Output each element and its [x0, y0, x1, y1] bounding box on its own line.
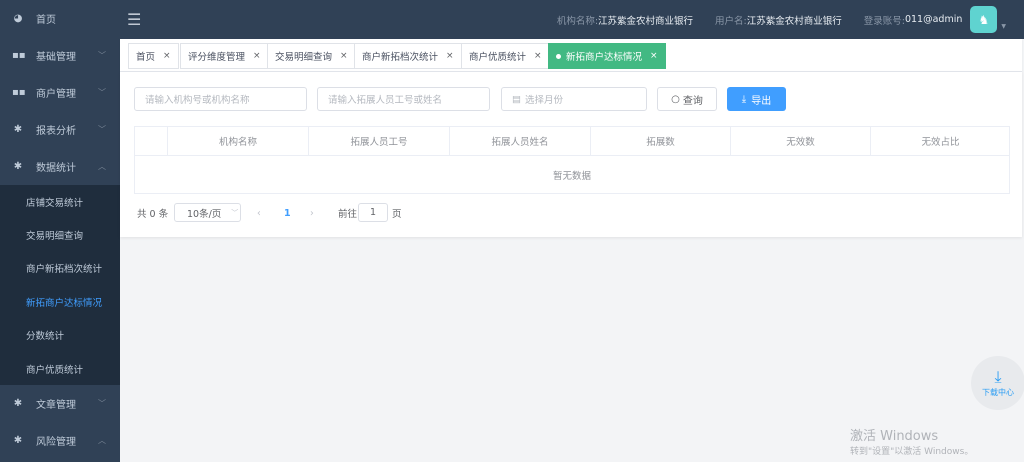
chevron-down-icon: ﹀: [98, 399, 106, 409]
table-header-checkbox: [135, 127, 168, 156]
org-name: 江苏紫金农村商业银行: [598, 15, 694, 27]
next-page-button[interactable]: ›: [310, 204, 314, 222]
prev-page-button[interactable]: ‹: [257, 204, 261, 222]
chevron-down-icon: ﹀: [98, 51, 106, 60]
sidebar: ◕ 首页 ▪▪ 基础管理 ﹀ ▪▪ 商户管理 ﹀ ✱ 报表分析 ﹀ ✱ 数据统计 ︿ 店铺交易统计…: [0, 0, 120, 462]
submenu-item[interactable]: 交易明细查询: [0, 218, 120, 251]
close-icon[interactable]: ×: [163, 51, 171, 61]
close-icon[interactable]: ×: [534, 51, 542, 61]
table-header[interactable]: 无效占比: [871, 127, 1010, 156]
caret-down-icon[interactable]: ▼: [1001, 23, 1006, 30]
current-page[interactable]: 1: [284, 204, 291, 222]
page-suffix: 页: [392, 209, 402, 220]
close-icon[interactable]: ×: [340, 51, 348, 61]
download-icon: ⤓: [741, 93, 747, 105]
goto-page-input[interactable]: 1: [358, 203, 388, 222]
export-button[interactable]: ⤓ 导出: [727, 87, 786, 111]
table-header[interactable]: 无效数: [731, 127, 871, 156]
chevron-up-icon: ︿: [98, 436, 106, 446]
tags-view: 首页 × 评分维度管理 × 交易明细查询 × 商户新拓档次统计 × 商户优质统计 × 新拓…: [120, 39, 1022, 72]
page-size-select[interactable]: 10条/页 ﹀: [174, 203, 241, 222]
gear-icon: ✱: [13, 161, 23, 172]
close-icon[interactable]: ×: [650, 51, 658, 61]
user-name: 江苏紫金农村商业银行: [746, 15, 842, 27]
tab-score[interactable]: 评分维度管理 ×: [180, 43, 269, 69]
calendar-icon: ▤: [512, 93, 521, 105]
tab-transactions[interactable]: 交易明细查询 ×: [267, 43, 356, 69]
gear-icon: ✱: [13, 124, 23, 135]
menu-item-home[interactable]: ◕ 首页: [0, 0, 120, 37]
empty-text: 暂无数据: [552, 171, 591, 182]
tab-active[interactable]: 新拓商户达标情况 ×: [548, 43, 666, 69]
table-header[interactable]: 拓展人员姓名: [450, 127, 591, 156]
close-icon[interactable]: ×: [253, 51, 261, 61]
tab-new-level[interactable]: 商户新拓档次统计 ×: [354, 43, 462, 69]
hamburger-menu-icon[interactable]: ☰: [127, 10, 141, 29]
staff-input[interactable]: 请输入拓展人员工号或姓名: [317, 87, 490, 111]
menu-item-article[interactable]: ✱ 文章管理 ﹀: [0, 385, 120, 422]
submenu-item[interactable]: 商户优质统计: [0, 352, 120, 385]
menu-item-merchant[interactable]: ▪▪ 商户管理 ﹀: [0, 74, 120, 111]
menu-item-basic[interactable]: ▪▪ 基础管理 ﹀: [0, 37, 120, 74]
menu-item-risk[interactable]: ✱ 风险管理 ︿: [0, 422, 120, 459]
dashboard-icon: ◕: [13, 13, 23, 24]
chevron-down-icon: ﹀: [98, 125, 106, 134]
submenu-item[interactable]: 店铺交易统计: [0, 185, 120, 218]
gear-icon: ✱: [13, 435, 23, 447]
chevron-down-icon: ﹀: [231, 208, 239, 217]
menu-item-report[interactable]: ✱ 报表分析 ﹀: [0, 111, 120, 148]
content-panel: 请输入机构号或机构名称 请输入拓展人员工号或姓名 ▤ 选择月份 ○ 查询 ⤓ 导出 机…: [120, 72, 1022, 237]
table-header[interactable]: 拓展数: [591, 127, 731, 156]
grid-icon: ▪▪: [12, 87, 26, 98]
query-button[interactable]: ○ 查询: [657, 87, 717, 111]
table-header[interactable]: 拓展人员工号: [309, 127, 450, 156]
top-header: ☰ 机构名称: 江苏紫金农村商业银行 用户名: 江苏紫金农村商业银行 登录账号: 01…: [120, 0, 1024, 39]
org-input[interactable]: 请输入机构号或机构名称: [134, 87, 307, 111]
download-center-button[interactable]: ⤓ 下载中心: [971, 356, 1024, 410]
tab-home[interactable]: 首页 ×: [128, 43, 179, 69]
submenu-item-active[interactable]: 新拓商户达标情况: [0, 285, 120, 318]
month-picker[interactable]: ▤ 选择月份: [501, 87, 647, 111]
submenu-item[interactable]: 商户新拓档次统计: [0, 252, 120, 285]
grid-icon: ▪▪: [12, 50, 26, 61]
avatar[interactable]: ♞: [970, 6, 998, 33]
close-icon[interactable]: ×: [446, 51, 454, 61]
account: 011@admin: [904, 14, 963, 25]
chevron-down-icon: ﹀: [98, 88, 106, 97]
table-header[interactable]: 机构名称: [168, 127, 309, 156]
download-icon: ⤓: [994, 366, 1002, 386]
windows-activation-watermark: 激活 Windows 转到"设置"以激活 Windows。: [850, 429, 974, 457]
chevron-up-icon: ︿: [98, 162, 106, 171]
search-icon: ○: [671, 93, 680, 105]
submenu-stats: 店铺交易统计 交易明细查询 商户新拓档次统计 新拓商户达标情况 分数统计 商户优…: [0, 185, 120, 386]
gear-icon: ✱: [13, 398, 23, 410]
goto-label: 前往: [338, 209, 358, 220]
submenu-item[interactable]: 分数统计: [0, 319, 120, 352]
menu-item-stats[interactable]: ✱ 数据统计 ︿: [0, 148, 120, 185]
total-count: 共 0 条: [137, 209, 169, 220]
data-table: 机构名称 拓展人员工号 拓展人员姓名 拓展数 无效数 无效占比 暂无数据: [134, 126, 1010, 194]
active-dot-icon: [556, 53, 561, 59]
tab-quality[interactable]: 商户优质统计 ×: [461, 43, 550, 69]
